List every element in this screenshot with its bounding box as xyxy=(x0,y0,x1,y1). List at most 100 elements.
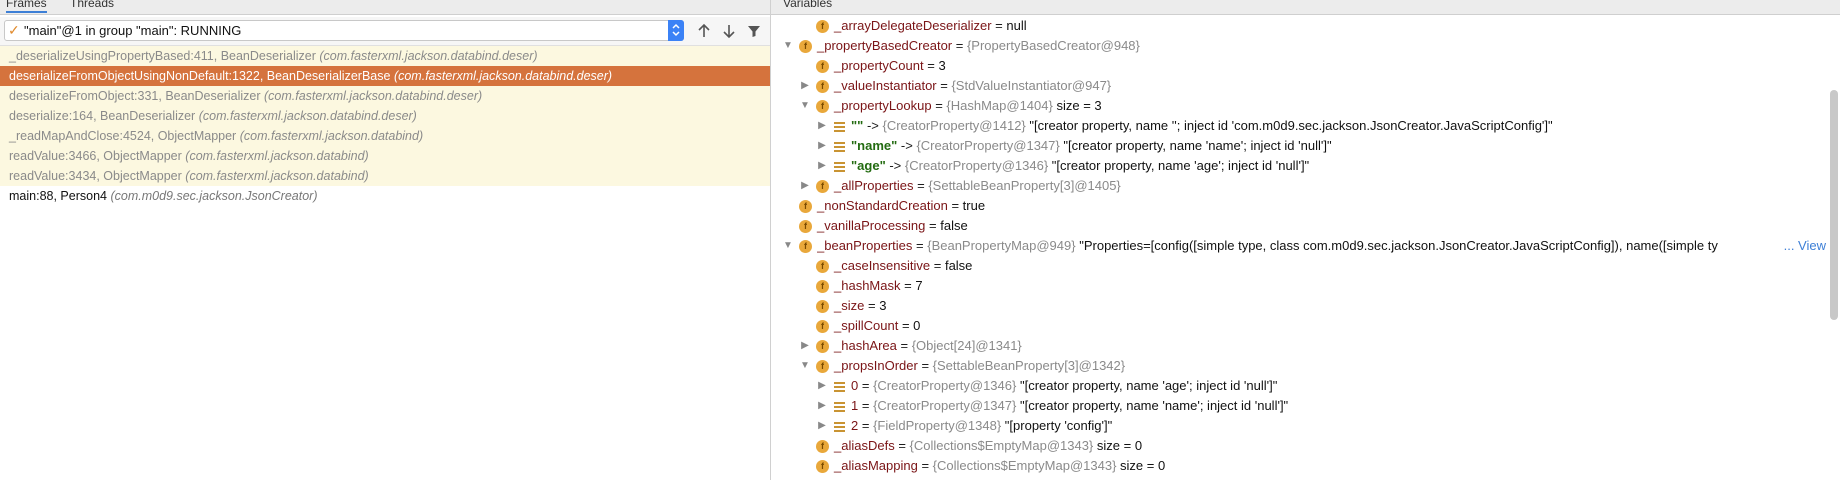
frame-row[interactable]: deserialize:164, BeanDeserializer (com.f… xyxy=(0,106,770,126)
variable-row[interactable]: f _caseInsensitive = false xyxy=(771,256,1826,276)
variable-value: 7 xyxy=(915,278,923,293)
frame-row[interactable]: _deserializeUsingPropertyBased:411, Bean… xyxy=(0,46,770,66)
variable-row[interactable]: ▶ 1 = {CreatorProperty@1347} "[creator pr… xyxy=(771,396,1826,416)
variable-type: {CreatorProperty@1347} xyxy=(916,138,1060,153)
variable-row[interactable]: ▶ 0 = {CreatorProperty@1346} "[creator pr… xyxy=(771,376,1826,396)
collapsed-arrow-icon[interactable]: ▶ xyxy=(817,116,827,136)
variable-value: size = 3 xyxy=(1056,98,1102,113)
variable-row[interactable]: f _arrayDelegateDeserializer = null xyxy=(771,16,1826,36)
variable-name: _propertyBasedCreator xyxy=(817,38,953,53)
variable-text: 0 = {CreatorProperty@1346} "[creator pro… xyxy=(851,376,1277,396)
frame-package: (com.fasterxml.jackson.databind) xyxy=(239,129,424,143)
variable-separator: = xyxy=(925,218,941,233)
variable-row[interactable]: ▼ f _propertyLookup = {HashMap@1404} size … xyxy=(771,96,1826,116)
variable-name: _propertyLookup xyxy=(834,98,932,113)
list-entry-icon xyxy=(833,160,846,173)
variable-value: "[creator property, name 'age'; inject i… xyxy=(1019,378,1278,393)
variable-row[interactable]: ▼ f _propertyBasedCreator = {PropertyBased… xyxy=(771,36,1826,56)
frame-package: (com.fasterxml.jackson.databind.deser) xyxy=(393,69,613,83)
arrow-down-icon[interactable] xyxy=(720,22,738,40)
variable-row[interactable]: f _size = 3 xyxy=(771,296,1826,316)
expanded-arrow-icon[interactable]: ▼ xyxy=(783,236,793,256)
collapsed-arrow-icon[interactable]: ▶ xyxy=(817,376,827,396)
variable-text: _valueInstantiator = {StdValueInstantiat… xyxy=(834,76,1111,96)
view-link[interactable]: ... View xyxy=(1781,236,1826,256)
variable-text: _nonStandardCreation = true xyxy=(817,196,985,216)
check-icon: ✓ xyxy=(8,22,20,38)
variable-row[interactable]: ▶ "name" -> {CreatorProperty@1347} "[crea… xyxy=(771,136,1826,156)
variable-type: {Collections$EmptyMap@1343} xyxy=(909,438,1094,453)
variable-value: "[creator property, name 'name'; inject … xyxy=(1019,398,1289,413)
arrow-up-icon[interactable] xyxy=(695,22,713,40)
variable-separator: = xyxy=(947,198,963,213)
variable-name: _aliasMapping xyxy=(834,458,918,473)
frame-row[interactable]: deserializeFromObjectUsingNonDefault:132… xyxy=(0,66,770,86)
collapsed-arrow-icon[interactable]: ▶ xyxy=(817,136,827,156)
variable-text: _propertyLookup = {HashMap@1404} size = … xyxy=(834,96,1102,116)
collapsed-arrow-icon[interactable]: ▶ xyxy=(817,396,827,416)
expanded-arrow-icon[interactable]: ▼ xyxy=(800,96,810,116)
expanded-arrow-icon[interactable]: ▼ xyxy=(783,36,793,56)
variable-row[interactable]: ▼ f _beanProperties = {BeanPropertyMap@949… xyxy=(771,236,1826,256)
field-icon: f xyxy=(816,440,829,453)
variable-name: _aliasDefs xyxy=(834,438,895,453)
frame-method: _deserializeUsingPropertyBased:411, Bean… xyxy=(9,49,316,63)
filter-icon[interactable] xyxy=(745,22,763,40)
collapsed-arrow-icon[interactable]: ▶ xyxy=(800,336,810,356)
collapsed-arrow-icon[interactable]: ▶ xyxy=(817,156,827,176)
field-icon: f xyxy=(816,360,829,373)
field-icon: f xyxy=(816,100,829,113)
vertical-scrollbar[interactable] xyxy=(1830,90,1838,320)
tab-threads[interactable]: Threads xyxy=(70,0,114,10)
variable-row[interactable]: f _spillCount = 0 xyxy=(771,316,1826,336)
thread-selector[interactable]: ✓ "main"@1 in group "main": RUNNING xyxy=(4,20,684,41)
variable-row[interactable]: f _vanillaProcessing = false xyxy=(771,216,1826,236)
expanded-arrow-icon[interactable]: ▼ xyxy=(800,356,810,376)
variable-separator: = xyxy=(898,318,914,333)
field-icon: f xyxy=(816,300,829,313)
variable-key: "age" xyxy=(851,158,886,173)
variables-title: Variables xyxy=(783,0,833,10)
frame-row[interactable]: _readMapAndClose:4524, ObjectMapper (com… xyxy=(0,126,770,146)
variable-separator: = xyxy=(930,258,945,273)
variable-separator: = xyxy=(913,178,929,193)
collapsed-arrow-icon[interactable]: ▶ xyxy=(800,76,810,96)
tab-frames[interactable]: Frames xyxy=(6,0,47,13)
frame-row[interactable]: main:88, Person4 (com.m0d9.sec.jackson.J… xyxy=(0,186,770,206)
variable-text: _arrayDelegateDeserializer = null xyxy=(834,16,1027,36)
variable-row[interactable]: ▼ f _propsInOrder = {SettableBeanProperty[… xyxy=(771,356,1826,376)
variable-row[interactable]: ▶ f _allProperties = {SettableBeanProperty… xyxy=(771,176,1826,196)
variable-type: {SettableBeanProperty[3]@1405} xyxy=(928,178,1121,193)
variable-text: _hashMask = 7 xyxy=(834,276,923,296)
variable-separator: -> xyxy=(897,138,917,153)
frame-row[interactable]: deserializeFromObject:331, BeanDeseriali… xyxy=(0,86,770,106)
variable-text: _aliasMapping = {Collections$EmptyMap@13… xyxy=(834,456,1165,476)
variable-row[interactable]: ▶ f _hashArea = {Object[24]@1341} xyxy=(771,336,1826,356)
variable-row[interactable]: f _nonStandardCreation = true xyxy=(771,196,1826,216)
variable-separator: = xyxy=(894,438,910,453)
frame-package: (com.fasterxml.jackson.databind.deser) xyxy=(319,49,538,63)
collapsed-arrow-icon[interactable]: ▶ xyxy=(800,176,810,196)
variable-type: {SettableBeanProperty[3]@1342} xyxy=(932,358,1126,373)
frame-method: main:88, Person4 xyxy=(9,189,107,203)
collapsed-arrow-icon[interactable]: ▶ xyxy=(817,416,827,436)
variable-text: _propertyBasedCreator = {PropertyBasedCr… xyxy=(817,36,1140,56)
chevron-updown-icon[interactable] xyxy=(668,20,684,41)
variable-separator: = xyxy=(896,338,912,353)
variable-row[interactable]: f _propertyCount = 3 xyxy=(771,56,1826,76)
variable-row[interactable]: ▶ 2 = {FieldProperty@1348} "[property 'co… xyxy=(771,416,1826,436)
list-entry-icon xyxy=(833,380,846,393)
variable-row[interactable]: ▶ f _valueInstantiator = {StdValueInstanti… xyxy=(771,76,1826,96)
frame-method: deserializeFromObjectUsingNonDefault:132… xyxy=(9,69,391,83)
variable-row[interactable]: f _hashMask = 7 xyxy=(771,276,1826,296)
variable-row[interactable]: f _aliasMapping = {Collections$EmptyMap@1… xyxy=(771,456,1826,476)
frame-row[interactable]: readValue:3466, ObjectMapper (com.faster… xyxy=(0,146,770,166)
variable-text: _aliasDefs = {Collections$EmptyMap@1343}… xyxy=(834,436,1142,456)
variable-value: false xyxy=(940,218,968,233)
variable-row[interactable]: f _aliasDefs = {Collections$EmptyMap@1343… xyxy=(771,436,1826,456)
frame-package: (com.fasterxml.jackson.databind.deser) xyxy=(264,89,483,103)
frame-row[interactable]: readValue:3434, ObjectMapper (com.faster… xyxy=(0,166,770,186)
variables-header: Variables xyxy=(771,0,1840,15)
variable-row[interactable]: ▶ "age" -> {CreatorProperty@1346} "[creat… xyxy=(771,156,1826,176)
variable-row[interactable]: ▶ "" -> {CreatorProperty@1412} "[creator … xyxy=(771,116,1826,136)
